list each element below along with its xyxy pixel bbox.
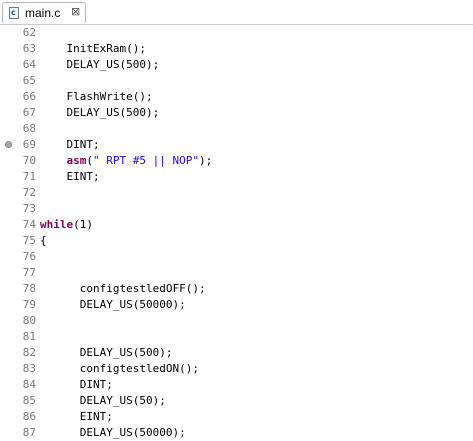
line-number: 81 [22,330,36,343]
code-line[interactable]: 63 InitExRam(); [0,41,473,57]
code-token: EINT; [40,170,100,183]
code-line[interactable]: 75 { [0,233,473,249]
code-token: EINT; [40,410,113,423]
code-line[interactable]: 78 configtestledOFF(); [0,281,473,297]
code-editor[interactable]: 62 63 InitExRam(); 64 DELAY_US(500); 65 66 F… [0,25,473,439]
code-text: configtestledOFF(); [40,281,206,297]
code-token: DELAY_US(500); [40,346,173,359]
code-line[interactable]: 85 DELAY_US(50); [0,393,473,409]
code-token: DELAY_US(50000); [40,426,186,439]
keyword-token: asm [66,154,87,167]
code-line[interactable]: 80 [0,313,473,329]
code-text: asm(" RPT #5 || NOP"); [40,153,213,169]
line-number: 64 [22,58,36,71]
code-text: DELAY_US(50000); [40,425,186,441]
code-line[interactable]: 69 DINT; [0,137,473,153]
line-number: 85 [22,394,36,407]
line-number: 68 [22,122,36,135]
line-number: 75 [22,234,36,247]
code-token: (1) [73,218,93,231]
code-token: DINT; [40,138,100,151]
code-line[interactable]: 82 DELAY_US(500); [0,345,473,361]
line-number: 74 [22,218,36,231]
code-token: DELAY_US(50); [40,394,166,407]
line-number: 67 [22,106,36,119]
code-text: DELAY_US(50000); [40,297,186,313]
code-line[interactable]: 83 configtestledON(); [0,361,473,377]
code-line[interactable]: 81 [0,329,473,345]
code-text: DINT; [40,137,100,153]
code-line[interactable]: 77 [0,265,473,281]
code-text: { [40,233,47,249]
code-line[interactable]: 76 [0,249,473,265]
code-text: EINT; [40,169,100,185]
code-text: DELAY_US(500); [40,345,173,361]
code-line[interactable]: 79 DELAY_US(50000); [0,297,473,313]
close-icon[interactable]: ⊠ [71,5,80,19]
line-number: 76 [22,250,36,263]
string-token: " RPT #5 || NOP" [93,154,199,167]
code-token: InitExRam(); [40,42,146,55]
line-number: 86 [22,410,36,423]
code-text: DELAY_US(500); [40,57,159,73]
code-token: ( [86,154,93,167]
code-text: InitExRam(); [40,41,146,57]
code-line[interactable]: 62 [0,25,473,41]
code-token: DINT; [40,378,113,391]
code-line[interactable]: 87 DELAY_US(50000); [0,425,473,441]
tab-main-c[interactable]: c main.c ⊠ [2,2,86,23]
code-text: while(1) [40,217,93,233]
code-token: DELAY_US(500); [40,106,160,119]
code-token: ); [198,154,213,167]
line-number: 63 [22,42,36,55]
line-number: 83 [22,362,36,375]
code-token: DELAY_US(50000); [40,298,186,311]
keyword-token: while [40,218,74,231]
code-line[interactable]: 64 DELAY_US(500); [0,57,473,73]
code-line[interactable]: 68 [0,121,473,137]
code-text: DINT; [40,377,113,393]
line-number: 62 [22,26,36,39]
code-line[interactable]: 70 asm(" RPT #5 || NOP"); [0,153,473,169]
line-number: 72 [22,186,36,199]
code-line[interactable]: 71 EINT; [0,169,473,185]
line-number: 80 [22,314,36,327]
code-token: configtestledOFF(); [40,282,206,295]
code-line[interactable]: 67 DELAY_US(500); [0,105,473,121]
code-token: DELAY_US(500); [40,58,160,71]
code-text: DELAY_US(500); [40,105,159,121]
line-number: 79 [22,298,36,311]
code-token: configtestledON(); [40,362,199,375]
c-file-icon: c [9,7,19,19]
code-line[interactable]: 73 [0,201,473,217]
code-text: EINT; [40,409,113,425]
line-number: 66 [22,90,36,103]
code-line[interactable]: 66 FlashWrite(); [0,89,473,105]
line-number: 77 [22,266,36,279]
code-line[interactable]: 65 [0,73,473,89]
code-line[interactable]: 86 EINT; [0,409,473,425]
line-number: 87 [22,426,36,439]
line-number: 84 [22,378,36,391]
code-text: FlashWrite(); [40,89,153,105]
code-line[interactable]: 74 while(1) [0,217,473,233]
line-number: 78 [22,282,36,295]
line-number: 69 [22,138,36,151]
code-line[interactable]: 84 DINT; [0,377,473,393]
line-number: 73 [22,202,36,215]
line-number: 82 [22,346,36,359]
breakpoint-marker-icon[interactable] [5,141,12,148]
code-text: DELAY_US(50); [40,393,166,409]
tab-label: main.c [25,6,61,20]
editor-tab-bar: c main.c ⊠ [0,0,473,25]
line-number: 65 [22,74,36,87]
line-number: 71 [22,170,36,183]
line-number: 70 [22,154,36,167]
code-token: FlashWrite(); [40,90,153,103]
code-token: { [40,234,47,247]
code-text: configtestledON(); [40,361,199,377]
code-line[interactable]: 72 [0,185,473,201]
